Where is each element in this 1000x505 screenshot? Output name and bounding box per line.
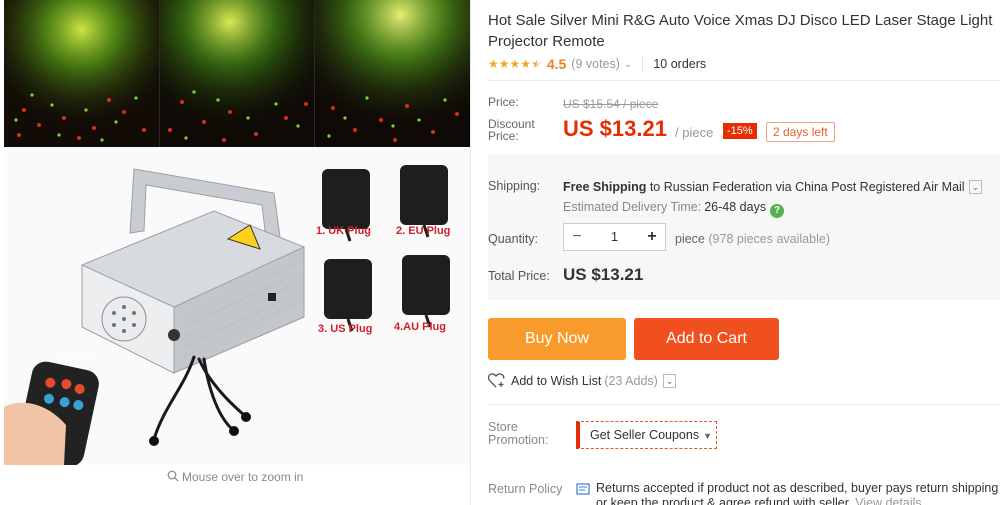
- store-promotion-label-2: Promotion:: [488, 433, 549, 447]
- gallery-divider: [470, 0, 471, 505]
- chevron-down-icon[interactable]: ⌄: [662, 373, 677, 388]
- orders-count[interactable]: 10 orders: [653, 57, 706, 71]
- original-price: US $15.54 / piece: [563, 97, 659, 111]
- laser-effect-photo-2[interactable]: [158, 0, 315, 147]
- available-count: (978 pieces available): [708, 232, 830, 246]
- wish-list-count: (23 Adds): [604, 373, 658, 388]
- discount-label-2: Price:: [488, 129, 519, 143]
- laser-projector-icon: [4, 165, 450, 467]
- thumbnail-strip: [4, 0, 471, 147]
- price-label: Price:: [488, 95, 519, 109]
- discount-badge: -15%: [723, 123, 757, 139]
- help-icon[interactable]: ?: [770, 204, 785, 218]
- estimated-delivery-days: 26-48 days: [704, 200, 767, 214]
- magnifier-icon: [167, 470, 179, 482]
- plug-label-uk: 1. UK Plug: [316, 225, 372, 237]
- estimated-delivery: Estimated Delivery Time: 26-48 days?: [563, 200, 785, 218]
- quantity-increase-button[interactable]: +: [639, 224, 665, 250]
- quantity-label: Quantity:: [488, 232, 539, 246]
- wish-list-label: Add to Wish List: [511, 373, 602, 388]
- quantity-input[interactable]: 1: [590, 224, 639, 250]
- laser-projection-icon: [315, 0, 471, 147]
- return-policy-icon: [576, 483, 590, 495]
- return-policy-line-2: or keep the product & agree refund with …: [596, 496, 852, 505]
- star-rating: ★ ★ ★ ★ ★: [488, 57, 542, 71]
- return-policy-label: Return Policy: [488, 482, 563, 496]
- return-policy-text: Returns accepted if product not as descr…: [596, 481, 1000, 505]
- divider: [488, 404, 1000, 405]
- laser-projection-icon: [4, 0, 159, 147]
- chevron-down-icon[interactable]: ⌄: [624, 59, 632, 70]
- product-title: Hot Sale Silver Mini R&G Auto Voice Xmas…: [488, 12, 993, 50]
- free-shipping: Free Shipping: [563, 180, 647, 194]
- seller-coupons-label: Get Seller Coupons: [590, 428, 700, 442]
- product-detail: Hot Sale Silver Mini R&G Auto Voice Xmas…: [488, 0, 1000, 505]
- zoom-hint-text: Mouse over to zoom in: [181, 470, 304, 484]
- votes-count[interactable]: (9 votes): [571, 57, 620, 71]
- add-to-cart-button[interactable]: Add to Cart: [634, 318, 779, 360]
- laser-projection-icon: [159, 0, 315, 147]
- star-half-icon: ★: [531, 57, 542, 71]
- wish-list-row[interactable]: Add to Wish List (23 Adds) ⌄: [488, 373, 677, 388]
- shipping-destination: Russian Federation via China Post Regist…: [663, 180, 965, 194]
- product-gallery: 1. UK Plug 2. EU Plug 3. US Plug 4.AU Pl…: [0, 0, 471, 505]
- seller-coupons-dropdown[interactable]: Get Seller Coupons ▼: [576, 421, 717, 449]
- star-icon: ★: [498, 57, 510, 71]
- total-price-label: Total Price:: [488, 269, 550, 283]
- plug-label-eu: 2. EU Plug: [396, 225, 451, 237]
- availability: piece (978 pieces available): [675, 232, 830, 246]
- shipping-label: Shipping:: [488, 179, 541, 193]
- zoom-hint: Mouse over to zoom in: [0, 470, 470, 484]
- store-promotion-label: Store Promotion:: [488, 421, 548, 447]
- remote-label: Mini Laser: [62, 353, 95, 360]
- separator: [642, 57, 644, 71]
- shipping-quantity-panel: Shipping: Free Shipping to Russian Feder…: [488, 155, 1000, 300]
- days-left-badge: 2 days left: [766, 122, 835, 142]
- plug-label-us: 3. US Plug: [318, 323, 373, 335]
- laser-effect-photo-3[interactable]: [314, 0, 471, 147]
- heart-plus-icon: [488, 373, 505, 388]
- view-details-link[interactable]: View details: [855, 496, 921, 505]
- quantity-stepper: − 1 +: [563, 223, 666, 251]
- chevron-down-icon[interactable]: ⌄: [968, 180, 983, 194]
- total-price-value: US $13.21: [563, 265, 644, 284]
- estimated-delivery-label: Estimated Delivery Time:: [563, 200, 702, 214]
- star-icon: ★: [488, 57, 499, 71]
- store-promotion-label-1: Store: [488, 420, 518, 434]
- shipping-method[interactable]: Free Shipping to Russian Federation via …: [563, 180, 983, 194]
- discount-price: US $13.21: [563, 116, 667, 141]
- caret-down-icon: ▼: [703, 431, 713, 441]
- per-piece: / piece: [675, 125, 714, 140]
- rating-row: ★ ★ ★ ★ ★ 4.5 (9 votes) ⌄ 10 orders: [488, 55, 706, 73]
- star-icon: ★: [520, 57, 532, 71]
- shipping-to: to: [649, 180, 661, 194]
- laser-effect-photo-1[interactable]: [4, 0, 159, 147]
- plug-label-au: 4.AU Plug: [394, 321, 446, 333]
- main-product-image[interactable]: 1. UK Plug 2. EU Plug 3. US Plug 4.AU Pl…: [4, 147, 470, 467]
- rating-value: 4.5: [546, 56, 567, 72]
- quantity-decrease-button[interactable]: −: [564, 224, 590, 250]
- divider: [488, 80, 1000, 81]
- quantity-unit: piece: [675, 232, 705, 246]
- star-icon: ★: [509, 57, 521, 71]
- buy-now-button[interactable]: Buy Now: [488, 318, 626, 360]
- power-plug-icons: [322, 165, 450, 332]
- return-policy-line-1: Returns accepted if product not as descr…: [596, 481, 999, 495]
